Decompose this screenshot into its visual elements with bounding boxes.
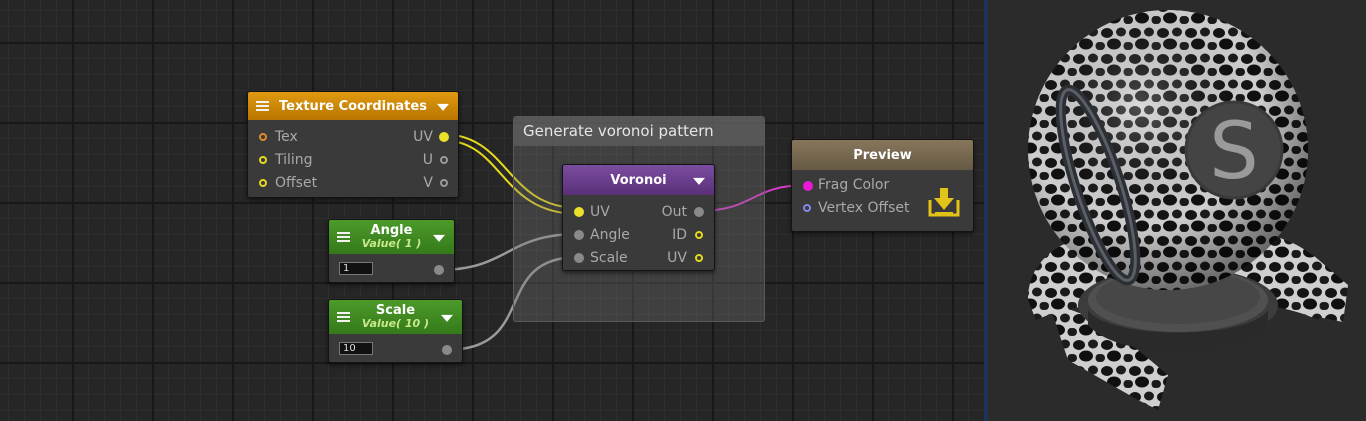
scale-node[interactable]: Scale Value( 10 ) 10 [328, 299, 463, 363]
port-voronoi-scale-in[interactable] [574, 253, 584, 263]
material-preview-sphere[interactable]: S [988, 0, 1366, 421]
voronoi-header[interactable]: Voronoi [563, 165, 714, 195]
input-label-angle: Angle [590, 227, 630, 243]
chevron-down-icon[interactable] [441, 314, 453, 322]
menu-icon[interactable] [337, 312, 350, 322]
node-graph-canvas[interactable]: Generate voronoi pattern Texture Coordin… [0, 0, 984, 421]
output-label-out: Out [661, 204, 687, 220]
port-frag-color-in[interactable] [803, 181, 813, 191]
port-tiling-in[interactable] [259, 156, 267, 164]
port-uv-out[interactable] [439, 132, 449, 142]
preview-output-node[interactable]: Preview Frag Color Vertex Offset [791, 139, 974, 232]
scale-title-stack: Scale Value( 10 ) [362, 304, 429, 330]
scale-header[interactable]: Scale Value( 10 ) [329, 300, 462, 334]
port-voronoi-angle-in[interactable] [574, 230, 584, 240]
material-preview-panel[interactable]: S [988, 0, 1366, 421]
scale-value-field[interactable]: 10 [339, 342, 373, 355]
output-label-uv: UV [413, 129, 433, 145]
input-label-scale: Scale [590, 250, 628, 266]
port-voronoi-uv-in[interactable] [574, 207, 584, 217]
menu-icon[interactable] [256, 101, 269, 111]
voronoi-title: Voronoi [610, 172, 667, 188]
port-voronoi-out[interactable] [694, 207, 704, 217]
port-offset-in[interactable] [259, 179, 267, 187]
input-label-uv: UV [590, 204, 610, 220]
angle-title-stack: Angle Value( 1 ) [362, 224, 422, 250]
logo-letter: S [1209, 107, 1259, 197]
output-label-uv: UV [667, 250, 687, 266]
output-label-id: ID [672, 227, 687, 243]
texture-coordinates-header[interactable]: Texture Coordinates [248, 92, 458, 120]
angle-header[interactable]: Angle Value( 1 ) [329, 220, 454, 254]
texture-coordinates-title: Texture Coordinates [279, 98, 427, 114]
download-icon[interactable] [927, 186, 961, 218]
port-v-out[interactable] [440, 179, 448, 187]
port-scale-out[interactable] [442, 345, 452, 355]
port-vertex-offset-in[interactable] [803, 204, 811, 212]
chevron-down-icon[interactable] [693, 177, 705, 185]
input-label-offset: Offset [275, 175, 318, 191]
scale-title: Scale [375, 303, 416, 318]
input-label-tiling: Tiling [275, 152, 313, 168]
voronoi-node[interactable]: Voronoi UV Angle Scale Out ID UV [562, 164, 715, 271]
chevron-down-icon[interactable] [433, 234, 445, 242]
port-angle-out[interactable] [434, 265, 444, 275]
menu-icon[interactable] [337, 232, 350, 242]
input-label-vertex-offset: Vertex Offset [818, 200, 910, 216]
preview-header[interactable]: Preview [792, 140, 973, 170]
chevron-down-icon[interactable] [437, 103, 449, 111]
angle-value-field[interactable]: 1 [339, 262, 373, 275]
group-title[interactable]: Generate voronoi pattern [514, 117, 764, 146]
input-label-frag-color: Frag Color [818, 177, 890, 193]
angle-node[interactable]: Angle Value( 1 ) 1 [328, 219, 455, 283]
preview-title: Preview [853, 147, 912, 163]
port-tex-in[interactable] [259, 133, 267, 141]
port-voronoi-uv-out[interactable] [695, 254, 703, 262]
output-label-v: V [423, 175, 433, 191]
output-label-u: U [422, 152, 433, 168]
port-u-out[interactable] [440, 156, 448, 164]
angle-subtitle: Value( 1 ) [361, 237, 422, 250]
port-voronoi-id-out[interactable] [695, 231, 703, 239]
scale-subtitle: Value( 10 ) [361, 317, 430, 330]
texture-coordinates-node[interactable]: Texture Coordinates Tex Tiling Offset UV… [247, 91, 459, 198]
input-label-tex: Tex [275, 129, 298, 145]
angle-title: Angle [370, 223, 413, 238]
